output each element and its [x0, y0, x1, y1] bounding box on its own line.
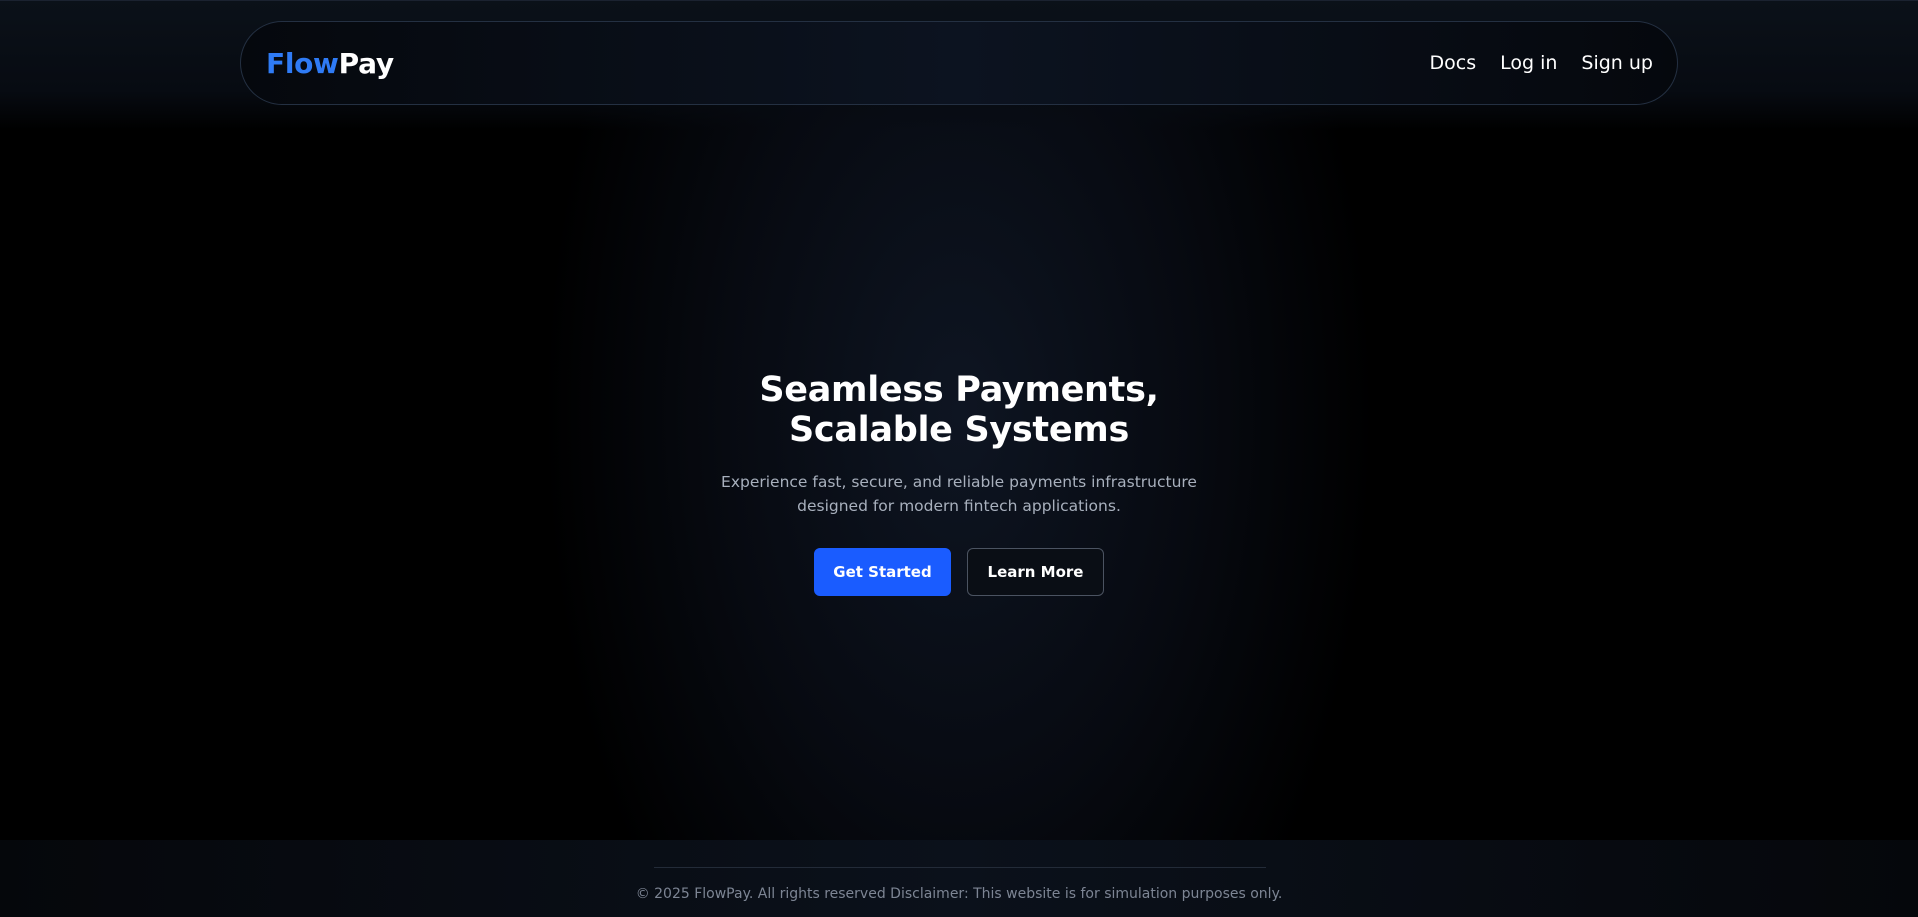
get-started-button[interactable]: Get Started	[814, 548, 951, 596]
footer-copyright: © 2025 FlowPay. All rights reserved Disc…	[635, 886, 1283, 902]
hero-subtitle: Experience fast, secure, and reliable pa…	[721, 473, 1197, 515]
logo-flow-text: Flow	[266, 46, 339, 80]
top-navbar: FlowPay Docs Log in Sign up	[240, 21, 1678, 105]
learn-more-button[interactable]: Learn More	[967, 548, 1104, 596]
brand-logo[interactable]: FlowPay	[266, 47, 394, 80]
logo-pay-text: Pay	[338, 46, 394, 80]
nav-link-docs[interactable]: Docs	[1430, 52, 1477, 74]
footer-divider	[654, 867, 1266, 868]
top-divider	[0, 0, 1918, 1]
nav-links: Docs Log in Sign up	[1430, 52, 1654, 74]
nav-link-signup[interactable]: Sign up	[1581, 52, 1653, 74]
landing-page: FlowPay Docs Log in Sign up Seamless Pay…	[0, 0, 1918, 917]
hero-actions: Get Started Learn More	[0, 548, 1918, 596]
hero-title: Seamless Payments, Scalable Systems	[759, 370, 1159, 450]
page-footer: © 2025 FlowPay. All rights reserved Disc…	[0, 840, 1918, 917]
hero-section: Seamless Payments, Scalable Systems Expe…	[0, 370, 1918, 596]
nav-link-login[interactable]: Log in	[1500, 52, 1557, 74]
